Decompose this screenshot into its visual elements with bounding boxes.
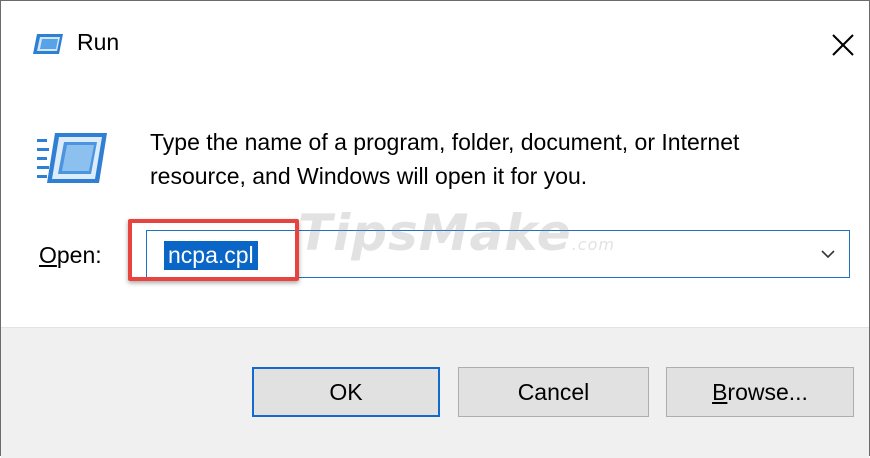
run-icon [33, 34, 63, 54]
run-dialog: Run Type the name of a program, folder, … [0, 0, 870, 458]
description-line-1: Type the name of a program, folder, docu… [150, 129, 740, 155]
description-line-2: resource, and Windows will open it for y… [150, 163, 588, 189]
highlight-box [128, 219, 299, 281]
close-button[interactable] [819, 21, 867, 69]
close-icon [832, 34, 854, 56]
description-text: Type the name of a program, folder, docu… [150, 125, 840, 193]
window-title: Run [77, 29, 120, 55]
browse-button[interactable]: Browse... [666, 367, 854, 417]
title-bar[interactable]: Run [1, 1, 869, 85]
ok-button-label: OK [329, 378, 363, 405]
open-label-rest: pen: [56, 242, 102, 268]
browse-button-label-rest: rowse... [727, 378, 808, 405]
browse-button-accelerator: B [712, 378, 728, 405]
cancel-button[interactable]: Cancel [458, 367, 649, 417]
open-label: Open: [39, 242, 102, 269]
cancel-button-label: Cancel [517, 378, 590, 405]
ok-button[interactable]: OK [252, 367, 440, 417]
chevron-down-icon[interactable] [819, 245, 837, 263]
run-program-icon [37, 133, 107, 183]
open-label-accelerator: O [39, 242, 57, 268]
